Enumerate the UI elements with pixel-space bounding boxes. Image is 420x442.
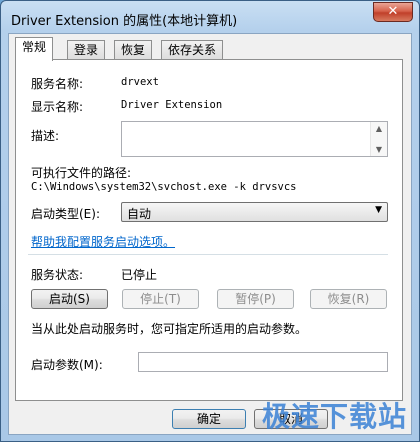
start-params-hint: 当从此处启动服务时，您可指定所适用的启动参数。 [31, 322, 308, 336]
title-bar[interactable]: Driver Extension 的属性(本地计算机) ✕ [1, 1, 419, 33]
general-tab-panel: 服务名称: drvext 显示名称: Driver Extension 描述: … [15, 59, 403, 401]
tab-recovery[interactable]: 恢复 [114, 40, 153, 60]
display-name-value: Driver Extension [121, 99, 223, 111]
dialog-client: 常规 登录 恢复 依存关系 服务名称: drvext 显示名称: Driver … [8, 33, 412, 435]
service-status-label: 服务状态: [31, 268, 84, 282]
resume-button[interactable]: 恢复(R) [310, 289, 387, 309]
divider [28, 254, 388, 255]
chevron-down-icon: ▼ [375, 205, 382, 215]
window-title: Driver Extension 的属性(本地计算机) [11, 14, 238, 29]
startup-type-select[interactable]: 自动 ▼ [121, 202, 388, 222]
startup-type-value: 自动 [127, 207, 152, 221]
startup-type-label: 启动类型(E): [31, 207, 100, 221]
properties-window: Driver Extension 的属性(本地计算机) ✕ 常规 登录 恢复 依… [0, 0, 420, 442]
service-name-value: drvext [121, 76, 159, 88]
tab-logon[interactable]: 登录 [67, 40, 106, 60]
pause-button[interactable]: 暂停(P) [217, 289, 294, 309]
service-name-label: 服务名称: [31, 77, 84, 91]
description-label: 描述: [31, 129, 60, 143]
stop-button[interactable]: 停止(T) [122, 289, 199, 309]
ok-button[interactable]: 确定 [172, 409, 246, 429]
start-params-input[interactable] [138, 352, 388, 372]
exe-path-value: C:\Windows\system32\svchost.exe -k drvsv… [31, 181, 297, 193]
close-button[interactable]: ✕ [373, 2, 413, 22]
description-textarea[interactable]: ▲ ▼ [121, 121, 388, 157]
start-button[interactable]: 启动(S) [31, 289, 108, 309]
exe-path-label: 可执行文件的路径: [31, 166, 132, 180]
scroll-down-icon[interactable]: ▼ [371, 145, 387, 154]
tab-dependencies[interactable]: 依存关系 [161, 40, 224, 60]
tab-general[interactable]: 常规 [15, 37, 54, 61]
service-status-value: 已停止 [121, 268, 158, 282]
display-name-label: 显示名称: [31, 100, 84, 114]
start-params-label: 启动参数(M): [31, 358, 103, 372]
help-configure-link[interactable]: 帮助我配置服务启动选项。 [31, 233, 175, 250]
close-icon: ✕ [387, 4, 399, 19]
watermark-logo: 极速下载站 [261, 400, 407, 433]
scroll-up-icon[interactable]: ▲ [371, 124, 387, 133]
description-scrollbar[interactable]: ▲ ▼ [370, 122, 387, 156]
